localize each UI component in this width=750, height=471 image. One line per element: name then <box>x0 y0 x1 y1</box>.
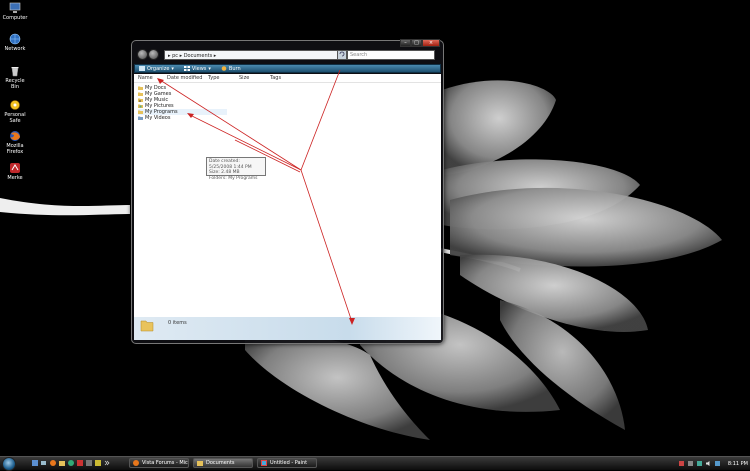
computer-icon <box>9 2 21 13</box>
views-label: Views <box>191 65 207 72</box>
show-desktop-icon[interactable] <box>32 460 38 466</box>
notification-area: 8:11 PM <box>675 459 748 468</box>
details-pane: 0 items <box>134 317 441 340</box>
app-icon[interactable] <box>77 460 83 466</box>
folder-icon <box>138 86 143 90</box>
app-icon[interactable] <box>95 460 101 466</box>
folder-tooltip: Date created: 5/25/2008 1:44 PM Size: 2.… <box>206 157 266 181</box>
folder-icon <box>138 92 143 96</box>
recycle-bin-icon <box>11 67 19 77</box>
paint-icon <box>261 460 267 466</box>
videos-folder-icon <box>138 116 143 120</box>
burn-button[interactable]: Burn <box>221 66 241 72</box>
desktop-icon-network[interactable]: Network <box>1 33 29 52</box>
desktop-icon-merke[interactable]: Merke <box>1 162 29 181</box>
navigation-bar: ▸ pc ▸ Documents ▸ Search <box>134 44 441 62</box>
organize-icon <box>139 66 145 71</box>
taskbar-button-label: Untitled - Paint <box>270 460 308 466</box>
desktop-icon-label: Mozilla Firefox <box>6 143 24 155</box>
desktop-icon-label: Personal Safe <box>4 112 26 124</box>
folder-icon <box>138 110 143 114</box>
burn-label: Burn <box>228 65 241 72</box>
file-list: Name Date modified Type Size Tags My Doc… <box>134 74 441 317</box>
desktop-icon-label: Computer <box>2 15 28 21</box>
desktop-icon-personal-safe[interactable]: Personal Safe <box>1 99 29 124</box>
desktop-icon-firefox[interactable]: Mozilla Firefox <box>1 130 29 155</box>
switch-windows-icon[interactable] <box>41 460 47 466</box>
organize-label: Organize <box>147 65 170 72</box>
column-header-name[interactable]: Name <box>138 75 153 81</box>
taskbar-button-documents[interactable]: Documents <box>193 458 253 468</box>
list-item-label: My Videos <box>145 115 171 121</box>
tray-icon[interactable] <box>714 461 720 466</box>
taskbar: Vista Forums - Micr... Documents Untitle… <box>0 456 750 471</box>
address-bar[interactable]: ▸ pc ▸ Documents ▸ <box>164 50 341 60</box>
chevron-down-icon: ▾ <box>208 65 211 72</box>
taskbar-button-label: Vista Forums - Micr... <box>142 460 189 466</box>
music-folder-icon <box>138 98 143 102</box>
back-button[interactable] <box>137 49 148 60</box>
column-headers: Name Date modified Type Size Tags <box>134 74 441 83</box>
refresh-button[interactable] <box>337 50 347 60</box>
tooltip-folders: Folders: My Programs <box>209 175 258 181</box>
taskbar-button-label: Documents <box>206 460 235 466</box>
chevron-down-icon: ▾ <box>171 65 174 72</box>
folder-icon <box>140 320 154 332</box>
firefox-icon[interactable] <box>50 460 56 466</box>
desktop-icon-label: Merke <box>7 175 23 181</box>
desktop-icon-recycle-bin[interactable]: Recycle Bin <box>1 65 29 90</box>
desktop-icon-computer[interactable]: Computer <box>1 2 29 21</box>
column-header-date-modified[interactable]: Date modified <box>167 75 202 81</box>
tray-icon[interactable] <box>687 461 693 466</box>
safe-icon <box>10 100 20 110</box>
app-icon[interactable] <box>86 460 92 466</box>
burn-icon <box>221 66 227 71</box>
list-item[interactable]: My Videos <box>138 115 170 121</box>
forward-button[interactable] <box>148 49 159 60</box>
taskbar-button-firefox[interactable]: Vista Forums - Micr... <box>129 458 189 468</box>
explorer-window: – □ × ▸ pc ▸ Documents ▸ Search Organize… <box>131 39 444 344</box>
views-icon <box>183 66 190 71</box>
clock[interactable]: 8:11 PM <box>728 461 748 467</box>
refresh-icon <box>339 51 345 57</box>
overflow-chevron-icon[interactable] <box>104 460 110 466</box>
network-icon[interactable] <box>696 461 702 466</box>
firefox-icon <box>10 131 20 141</box>
folder-icon[interactable] <box>59 460 65 466</box>
media-icon[interactable] <box>68 460 74 466</box>
volume-icon[interactable] <box>705 461 711 466</box>
desktop-icon-label: Network <box>4 46 26 52</box>
pictures-folder-icon <box>138 104 143 108</box>
taskbar-button-paint[interactable]: Untitled - Paint <box>257 458 317 468</box>
tray-icon[interactable] <box>678 461 684 466</box>
network-icon <box>9 33 21 45</box>
column-header-size[interactable]: Size <box>239 75 249 81</box>
tooltip-date: Date created: 5/25/2008 1:44 PM <box>209 159 252 170</box>
views-button[interactable]: Views ▾ <box>183 65 211 72</box>
folder-icon <box>197 461 203 466</box>
search-input[interactable]: Search <box>347 50 435 60</box>
column-header-tags[interactable]: Tags <box>270 75 281 81</box>
desktop-icon-label: Recycle Bin <box>5 78 25 90</box>
command-bar: Organize ▾ Views ▾ Burn <box>134 64 441 73</box>
item-count: 0 items <box>168 320 187 326</box>
organize-button[interactable]: Organize ▾ <box>139 66 174 72</box>
firefox-icon <box>133 460 139 466</box>
app-icon <box>10 163 20 173</box>
column-header-type[interactable]: Type <box>208 75 219 81</box>
